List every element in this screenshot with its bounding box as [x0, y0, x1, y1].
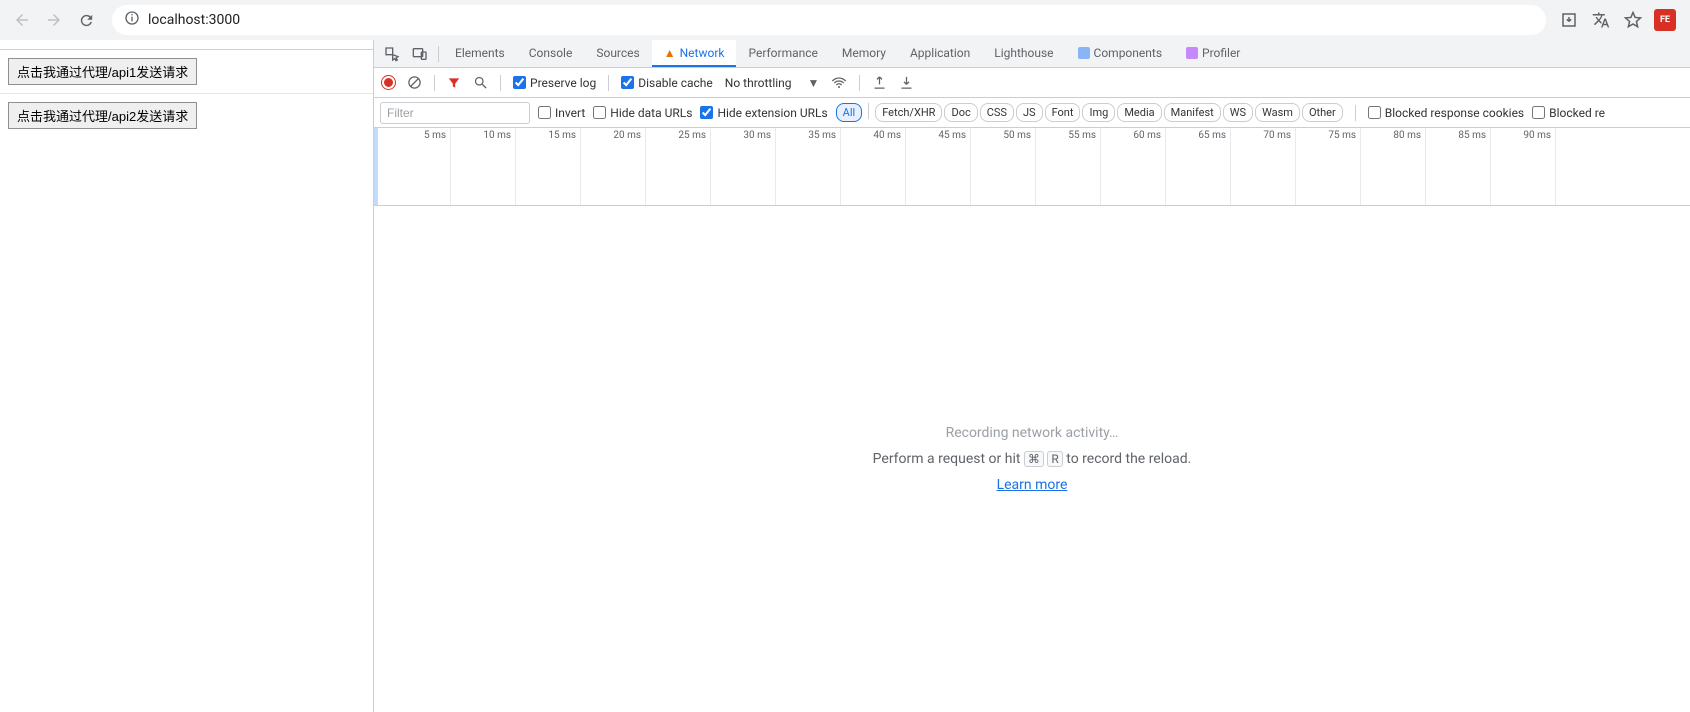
reload-button[interactable] — [72, 6, 100, 34]
invert-checkbox[interactable]: Invert — [538, 106, 585, 120]
chevron-down-icon: ▼ — [808, 76, 820, 90]
tab-components[interactable]: Components — [1066, 40, 1175, 67]
site-info-icon[interactable] — [124, 10, 140, 30]
record-button[interactable] — [382, 76, 395, 89]
extension-icon[interactable]: FE — [1654, 9, 1676, 31]
learn-more-link[interactable]: Learn more — [997, 477, 1068, 493]
tab-application[interactable]: Application — [898, 40, 982, 67]
kbd-cmd: ⌘ — [1024, 451, 1044, 467]
timeline-tick: 90 ms — [1491, 128, 1556, 205]
export-har-icon[interactable] — [899, 75, 914, 90]
clear-button[interactable] — [407, 75, 422, 90]
tab-sources[interactable]: Sources — [584, 40, 651, 67]
empty-subtitle: Perform a request or hit ⌘ R to record t… — [873, 451, 1192, 467]
throttling-select[interactable]: No throttling▼ — [725, 76, 820, 90]
empty-title: Recording network activity… — [946, 425, 1119, 441]
tab-performance[interactable]: Performance — [736, 40, 829, 67]
timeline-tick: 20 ms — [581, 128, 646, 205]
timeline-tick: 35 ms — [776, 128, 841, 205]
timeline-tick: 45 ms — [906, 128, 971, 205]
kbd-r: R — [1047, 451, 1062, 467]
timeline-tick: 15 ms — [516, 128, 581, 205]
network-filterbar: Invert Hide data URLs Hide extension URL… — [374, 98, 1690, 128]
chip-css[interactable]: CSS — [980, 103, 1014, 122]
timeline-tick: 55 ms — [1036, 128, 1101, 205]
tab-lighthouse[interactable]: Lighthouse — [982, 40, 1065, 67]
timeline-tick: 30 ms — [711, 128, 776, 205]
devtools-panel: Elements Console Sources ▲Network Perfor… — [374, 40, 1690, 712]
devtools-tabstrip: Elements Console Sources ▲Network Perfor… — [374, 40, 1690, 68]
react-components-icon — [1078, 47, 1090, 59]
filter-toggle-icon[interactable] — [447, 76, 461, 90]
timeline-tick: 5 ms — [386, 128, 451, 205]
main-split: 点击我通过代理/api1发送请求 点击我通过代理/api2发送请求 Elemen… — [0, 40, 1690, 712]
preserve-log-checkbox[interactable]: Preserve log — [513, 76, 596, 90]
timeline-tick: 50 ms — [971, 128, 1036, 205]
timeline-tick: 85 ms — [1426, 128, 1491, 205]
timeline-tick: 75 ms — [1296, 128, 1361, 205]
device-toolbar-icon[interactable] — [406, 40, 434, 67]
hide-extension-urls-checkbox[interactable]: Hide extension URLs — [700, 106, 827, 120]
reload-icon — [78, 12, 95, 29]
browser-toolbar: localhost:3000 FE — [0, 0, 1690, 40]
tab-profiler[interactable]: Profiler — [1174, 40, 1252, 67]
address-bar[interactable]: localhost:3000 — [112, 5, 1546, 35]
bookmark-star-icon[interactable] — [1622, 9, 1644, 31]
blocked-requests-checkbox[interactable]: Blocked re — [1532, 106, 1605, 120]
chip-font[interactable]: Font — [1045, 103, 1081, 122]
chip-all[interactable]: All — [836, 103, 863, 122]
tab-elements[interactable]: Elements — [443, 40, 517, 67]
timeline-tick: 60 ms — [1101, 128, 1166, 205]
network-toolbar: Preserve log Disable cache No throttling… — [374, 68, 1690, 98]
timeline-tick: 65 ms — [1166, 128, 1231, 205]
chip-fetch-xhr[interactable]: Fetch/XHR — [875, 103, 942, 122]
inspect-element-icon[interactable] — [378, 40, 406, 67]
blocked-cookies-checkbox[interactable]: Blocked response cookies — [1368, 106, 1524, 120]
tab-memory[interactable]: Memory — [830, 40, 898, 67]
network-conditions-icon[interactable] — [831, 75, 847, 91]
timeline-tick: 10 ms — [451, 128, 516, 205]
install-icon[interactable] — [1558, 9, 1580, 31]
chip-doc[interactable]: Doc — [944, 103, 977, 122]
back-button[interactable] — [8, 6, 36, 34]
react-profiler-icon — [1186, 47, 1198, 59]
url-text: localhost:3000 — [148, 12, 240, 28]
warning-icon: ▲ — [664, 46, 676, 60]
chip-ws[interactable]: WS — [1223, 103, 1253, 122]
timeline-tick: 40 ms — [841, 128, 906, 205]
arrow-right-icon — [45, 11, 63, 29]
hide-data-urls-checkbox[interactable]: Hide data URLs — [593, 106, 692, 120]
toolbar-right-icons: FE — [1558, 9, 1682, 31]
filter-input[interactable] — [380, 102, 530, 124]
timeline-tick: 80 ms — [1361, 128, 1426, 205]
search-icon[interactable] — [473, 75, 488, 90]
chip-manifest[interactable]: Manifest — [1164, 103, 1221, 122]
network-empty-state: Recording network activity… Perform a re… — [374, 206, 1690, 712]
tab-network[interactable]: ▲Network — [652, 40, 737, 67]
translate-icon[interactable] — [1590, 9, 1612, 31]
chip-img[interactable]: Img — [1082, 103, 1115, 122]
resource-type-chips: All Fetch/XHR Doc CSS JS Font Img Media … — [836, 103, 1343, 122]
import-har-icon[interactable] — [872, 75, 887, 90]
timeline-tick: 25 ms — [646, 128, 711, 205]
chip-media[interactable]: Media — [1117, 103, 1161, 122]
arrow-left-icon — [13, 11, 31, 29]
chip-js[interactable]: JS — [1016, 103, 1043, 122]
chip-other[interactable]: Other — [1302, 103, 1343, 122]
tab-console[interactable]: Console — [517, 40, 585, 67]
network-timeline[interactable]: 5 ms10 ms15 ms20 ms25 ms30 ms35 ms40 ms4… — [374, 128, 1690, 206]
chip-wasm[interactable]: Wasm — [1255, 103, 1300, 122]
page-content: 点击我通过代理/api1发送请求 点击我通过代理/api2发送请求 — [0, 40, 374, 712]
api1-request-button[interactable]: 点击我通过代理/api1发送请求 — [8, 58, 197, 85]
disable-cache-checkbox[interactable]: Disable cache — [621, 76, 713, 90]
forward-button[interactable] — [40, 6, 68, 34]
timeline-tick: 70 ms — [1231, 128, 1296, 205]
api2-request-button[interactable]: 点击我通过代理/api2发送请求 — [8, 102, 197, 129]
